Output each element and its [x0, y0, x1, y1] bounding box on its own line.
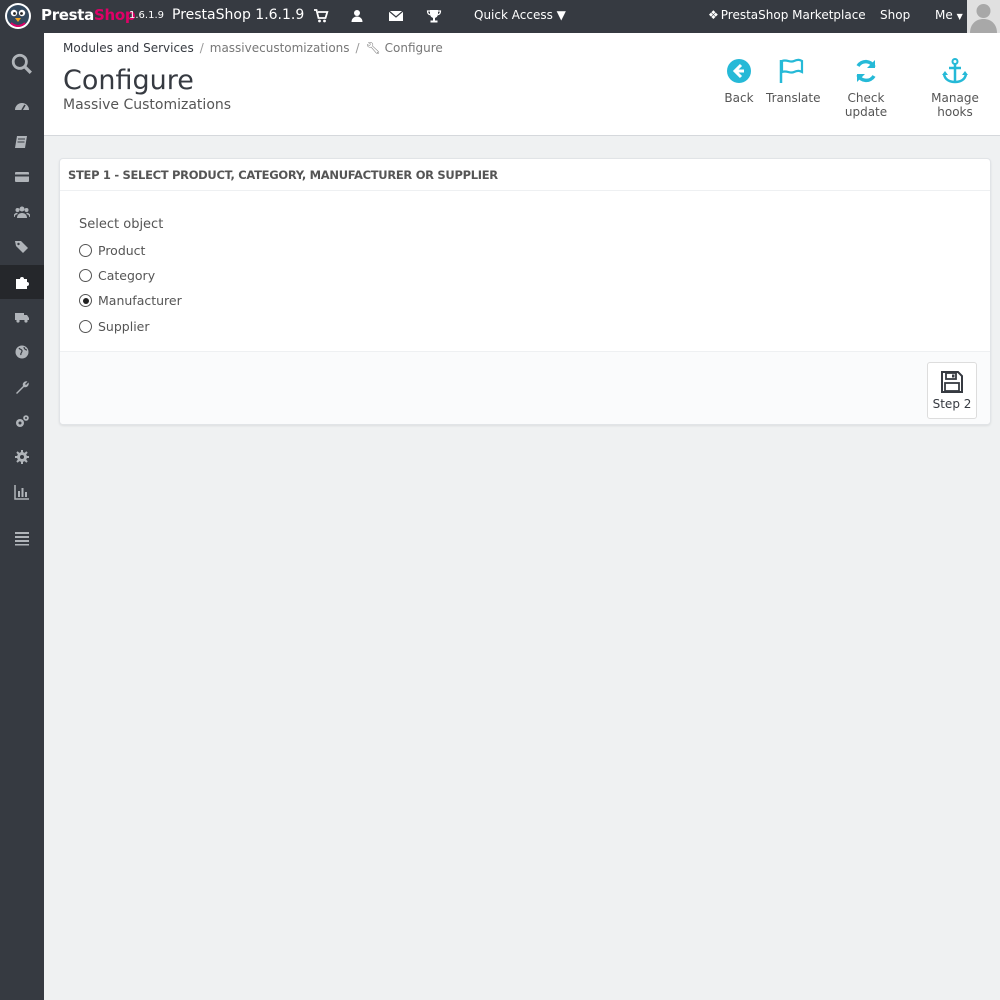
radio-option-manufacturer[interactable]: Manufacturer — [79, 293, 182, 308]
top-navbar: PrestaShop 1.6.1.9 PrestaShop 1.6.1.9 Qu… — [0, 0, 1000, 33]
sidebar-item-administration[interactable] — [0, 440, 44, 474]
sidebar-item-dashboard[interactable] — [0, 90, 44, 124]
brand-logo-text[interactable]: PrestaShop — [41, 6, 136, 24]
globe-icon — [15, 345, 29, 359]
sidebar-collapse-toggle[interactable] — [0, 521, 44, 555]
me-dropdown[interactable]: Me ▼ — [935, 8, 963, 22]
search-icon — [11, 53, 32, 74]
sidebar-item-localization[interactable] — [0, 335, 44, 369]
breadcrumb-separator: / — [199, 41, 204, 55]
catalog-icon — [15, 136, 27, 148]
shipping-icon — [15, 313, 29, 323]
bar-chart-icon — [14, 485, 29, 500]
arrow-circle-left-icon — [727, 59, 751, 83]
trophy-icon[interactable] — [426, 8, 442, 24]
radio-option-product[interactable]: Product — [79, 243, 145, 258]
breadcrumb-item-module[interactable]: massivecustomizations — [210, 41, 350, 55]
radio-button[interactable] — [79, 320, 92, 333]
cog-icon — [15, 450, 29, 464]
orders-icon — [15, 172, 29, 182]
breadcrumb-item-configure: 🔧︎ Configure — [365, 41, 443, 55]
avatar[interactable] — [967, 0, 1000, 33]
panel-heading: STEP 1 - SELECT PRODUCT, CATEGORY, MANUF… — [60, 159, 990, 191]
manage-hooks-button[interactable]: Manage hooks — [916, 57, 994, 119]
sidebar-item-advanced-parameters[interactable] — [0, 405, 44, 439]
sidebar — [0, 33, 44, 1000]
sidebar-item-modules[interactable] — [0, 265, 44, 299]
check-update-button[interactable]: Check update — [830, 57, 902, 119]
page-header: Modules and Services / massivecustomizatio… — [44, 33, 1000, 136]
brand-version: 1.6.1.9 — [129, 10, 164, 21]
select-object-label: Select object — [79, 217, 164, 232]
caret-down-icon: ▼ — [556, 8, 566, 22]
price-rules-icon — [15, 241, 28, 253]
breadcrumb-item-modules[interactable]: Modules and Services — [63, 41, 194, 55]
sidebar-item-price-rules[interactable] — [0, 230, 44, 264]
gears-icon — [16, 415, 29, 427]
sidebar-item-shipping[interactable] — [0, 300, 44, 334]
caret-down-icon: ▼ — [956, 12, 963, 21]
shop-link[interactable]: Shop — [880, 8, 910, 22]
marketplace-link[interactable]: ❖ PrestaShop Marketplace — [708, 8, 866, 22]
translate-button[interactable]: Translate — [766, 57, 821, 105]
sidebar-item-customers[interactable] — [0, 195, 44, 229]
radio-button[interactable] — [79, 244, 92, 257]
radio-option-category[interactable]: Category — [79, 268, 155, 283]
breadcrumb: Modules and Services / massivecustomizatio… — [63, 41, 443, 55]
page-title: Configure — [63, 65, 194, 96]
panel-heading-text: STEP 1 - SELECT PRODUCT, CATEGORY, MANUF… — [68, 168, 498, 182]
menu-lines-icon — [15, 532, 29, 546]
breadcrumb-separator: / — [355, 41, 360, 55]
dashboard-icon — [15, 103, 29, 111]
quick-access-dropdown[interactable]: Quick Access ▼ — [474, 8, 566, 22]
anchor-icon — [942, 58, 968, 84]
radio-option-supplier[interactable]: Supplier — [79, 319, 150, 334]
step1-panel: STEP 1 - SELECT PRODUCT, CATEGORY, MANUF… — [59, 158, 991, 425]
user-icon[interactable] — [349, 8, 365, 24]
floppy-disk-icon — [941, 371, 963, 393]
wrench-icon: 🔧︎ — [365, 41, 381, 55]
page-subtitle: Massive Customizations — [63, 97, 232, 113]
wrench-icon — [16, 381, 29, 394]
sidebar-item-catalog[interactable] — [0, 125, 44, 159]
sidebar-item-search[interactable] — [0, 47, 44, 81]
modules-icon — [16, 277, 29, 289]
radio-button[interactable] — [79, 269, 92, 282]
sidebar-item-stats[interactable] — [0, 475, 44, 509]
sidebar-item-orders[interactable] — [0, 160, 44, 194]
radio-button-checked[interactable] — [79, 294, 92, 307]
customers-icon — [14, 206, 30, 218]
marketplace-icon: ❖ — [708, 8, 719, 22]
refresh-icon — [856, 59, 876, 83]
shop-name-link[interactable]: PrestaShop 1.6.1.9 — [172, 7, 304, 23]
back-button[interactable]: Back — [724, 57, 754, 105]
flag-icon — [779, 58, 804, 83]
sidebar-item-preferences[interactable] — [0, 370, 44, 404]
prestashop-logo-icon[interactable] — [3, 0, 33, 33]
envelope-icon[interactable] — [388, 8, 404, 24]
panel-footer: Step 2 — [60, 351, 990, 424]
cart-icon[interactable] — [313, 8, 329, 24]
step2-button[interactable]: Step 2 — [927, 362, 977, 419]
